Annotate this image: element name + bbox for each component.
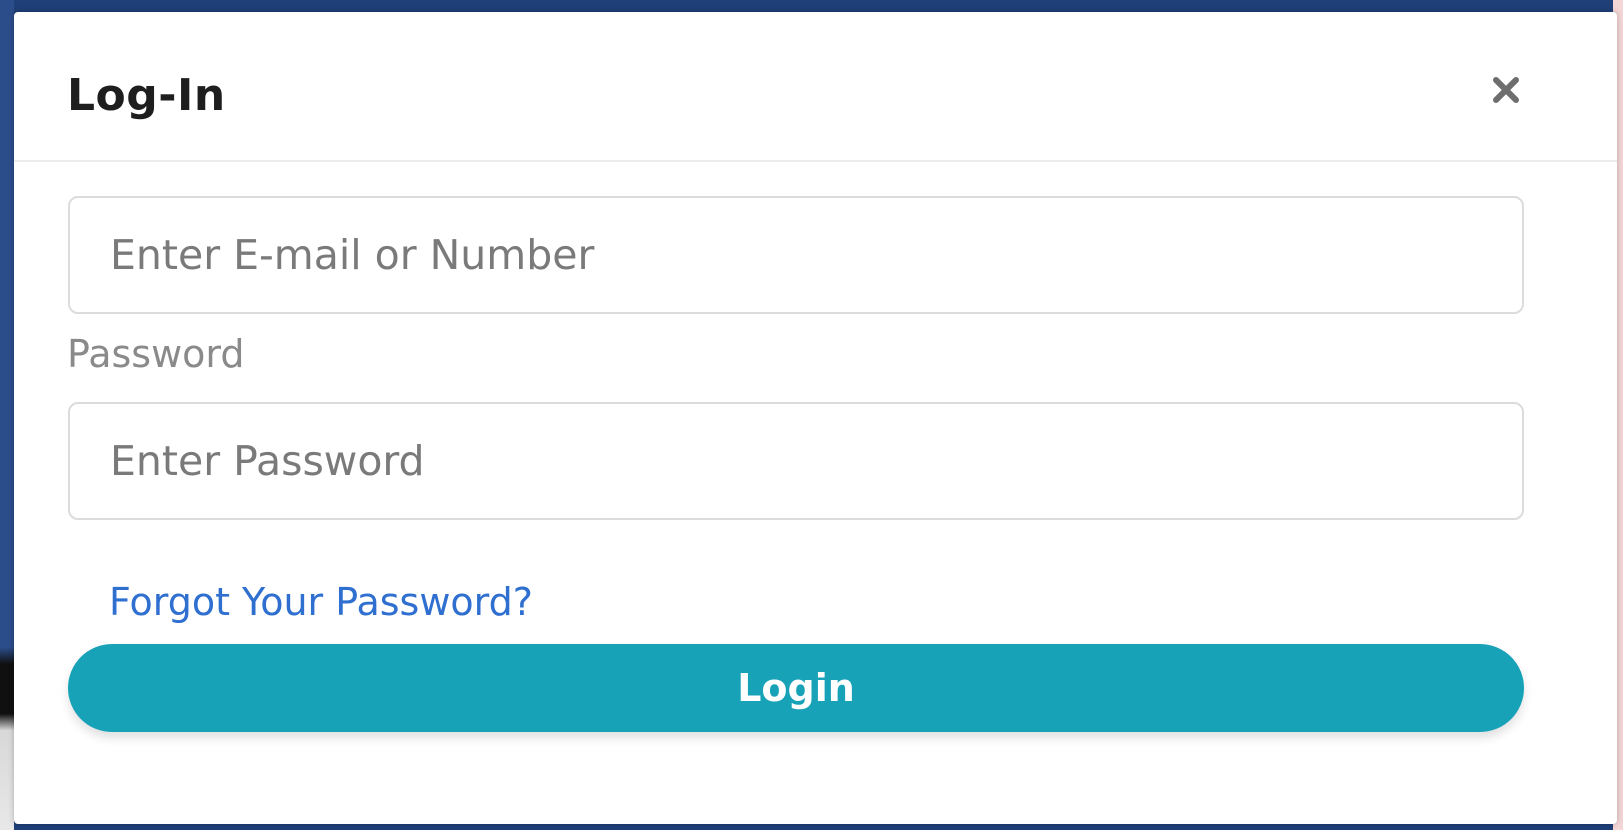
backdrop-left-edge [0, 0, 14, 830]
login-modal: Log-In Password Forgot Your Password? Lo… [14, 12, 1617, 824]
close-button[interactable] [1484, 68, 1528, 112]
email-or-number-input[interactable] [68, 196, 1524, 314]
modal-header: Log-In [14, 12, 1617, 162]
modal-title: Log-In [67, 70, 226, 121]
password-input[interactable] [68, 402, 1524, 520]
close-icon [1493, 77, 1519, 103]
forgot-password-link[interactable]: Forgot Your Password? [109, 580, 533, 624]
login-button[interactable]: Login [68, 644, 1524, 732]
password-label: Password [67, 332, 245, 376]
